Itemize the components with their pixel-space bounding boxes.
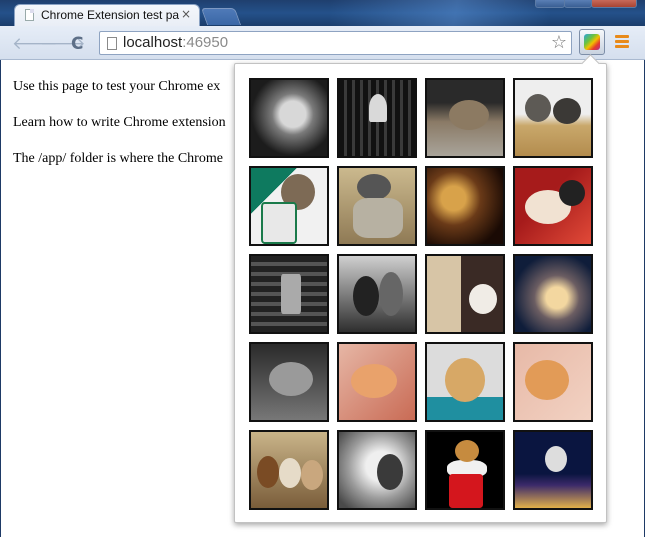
image-thumb-3[interactable] [425, 78, 505, 158]
image-thumb-13[interactable] [249, 342, 329, 422]
image-thumb-10[interactable] [337, 254, 417, 334]
learn-text: Learn how to write Chrome extension [13, 115, 226, 130]
chrome-menu-icon[interactable] [615, 35, 629, 49]
image-thumb-5[interactable] [249, 166, 329, 246]
page-favicon-icon [25, 9, 34, 21]
image-thumb-2[interactable] [337, 78, 417, 158]
image-thumb-16[interactable] [513, 342, 593, 422]
minimize-button[interactable] [535, 0, 565, 8]
new-tab-button[interactable] [200, 8, 242, 25]
browser-toolbar: 🡐 🡒 C localhost:46950 ☆ [0, 26, 645, 60]
url-port: :46950 [182, 34, 229, 51]
extension-popup [234, 54, 607, 523]
tab-title: Chrome Extension test pag [41, 8, 179, 22]
window-titlebar: Chrome Extension test pag × [0, 0, 645, 26]
image-thumb-7[interactable] [425, 166, 505, 246]
image-grid [249, 78, 593, 510]
image-thumb-19[interactable] [425, 430, 505, 510]
maximize-button[interactable] [564, 0, 592, 8]
url-text[interactable]: localhost:46950 [123, 34, 228, 51]
image-thumb-6[interactable] [337, 166, 417, 246]
reload-icon[interactable]: C [71, 34, 83, 54]
image-thumb-8[interactable] [513, 166, 593, 246]
intro-text: Use this page to test your Chrome ex [13, 79, 221, 94]
app-folder-text: The /app/ folder is where the Chrome [13, 151, 223, 166]
extension-icon [584, 34, 600, 50]
close-window-button[interactable] [591, 0, 637, 8]
image-thumb-17[interactable] [249, 430, 329, 510]
image-thumb-1[interactable] [249, 78, 329, 158]
browser-tab-active[interactable]: Chrome Extension test pag × [14, 4, 200, 26]
address-bar[interactable]: localhost:46950 ☆ [99, 31, 572, 55]
image-thumb-15[interactable] [425, 342, 505, 422]
image-thumb-12[interactable] [513, 254, 593, 334]
image-thumb-20[interactable] [513, 430, 593, 510]
image-thumb-4[interactable] [513, 78, 593, 158]
image-thumb-9[interactable] [249, 254, 329, 334]
page-icon [107, 37, 117, 50]
image-thumb-14[interactable] [337, 342, 417, 422]
image-thumb-18[interactable] [337, 430, 417, 510]
tab-close-icon[interactable]: × [181, 7, 191, 21]
url-host: localhost [123, 34, 183, 51]
bookmark-star-icon[interactable]: ☆ [551, 32, 567, 53]
image-thumb-11[interactable] [425, 254, 505, 334]
extension-button[interactable] [579, 29, 605, 55]
